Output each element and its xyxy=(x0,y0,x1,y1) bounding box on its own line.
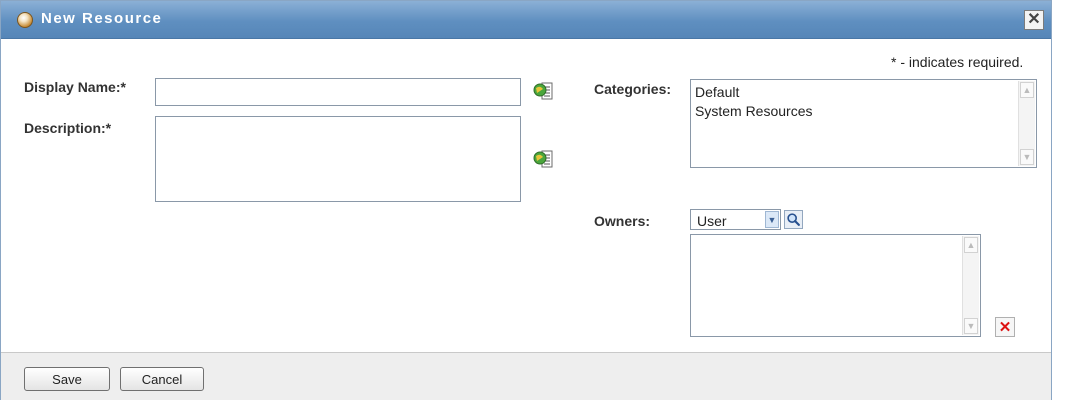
dialog-titlebar[interactable]: New Resource ✕ xyxy=(1,1,1051,39)
categories-scrollbar[interactable]: ▲ ▼ xyxy=(1018,81,1035,166)
required-note: * - indicates required. xyxy=(891,54,1024,70)
description-input[interactable] xyxy=(155,116,521,202)
dialog-title: New Resource xyxy=(41,10,163,27)
dialog-footer: Save Cancel xyxy=(1,352,1051,400)
scroll-down-icon[interactable]: ▼ xyxy=(1020,149,1034,165)
owners-list[interactable]: ▲ ▼ xyxy=(690,234,981,337)
description-label: Description:* xyxy=(24,120,112,136)
list-item[interactable]: System Resources xyxy=(695,102,812,121)
scroll-down-icon[interactable]: ▼ xyxy=(964,318,978,334)
display-name-label: Display Name:* xyxy=(24,79,126,95)
localize-icon[interactable] xyxy=(533,81,553,101)
owner-type-value: User xyxy=(697,213,727,229)
delete-icon[interactable]: ✕ xyxy=(995,317,1015,337)
categories-items: Default System Resources xyxy=(695,83,812,121)
close-icon[interactable]: ✕ xyxy=(1024,10,1044,30)
owners-label: Owners: xyxy=(594,213,651,229)
scroll-up-icon[interactable]: ▲ xyxy=(964,237,978,253)
save-button[interactable]: Save xyxy=(24,367,110,391)
chevron-down-icon[interactable]: ▼ xyxy=(765,211,779,228)
display-name-input[interactable] xyxy=(155,78,521,106)
categories-list[interactable]: Default System Resources ▲ ▼ xyxy=(690,79,1037,168)
localize-icon[interactable] xyxy=(533,149,553,169)
scroll-up-icon[interactable]: ▲ xyxy=(1020,82,1034,98)
new-resource-dialog: New Resource ✕ * - indicates required. D… xyxy=(0,0,1052,400)
resource-icon xyxy=(17,12,33,28)
magnifier-icon[interactable] xyxy=(784,210,803,229)
owner-type-select[interactable]: User ▼ xyxy=(690,209,781,230)
categories-label: Categories: xyxy=(594,81,672,97)
owners-scrollbar[interactable]: ▲ ▼ xyxy=(962,236,979,335)
cancel-button[interactable]: Cancel xyxy=(120,367,204,391)
list-item[interactable]: Default xyxy=(695,83,812,102)
